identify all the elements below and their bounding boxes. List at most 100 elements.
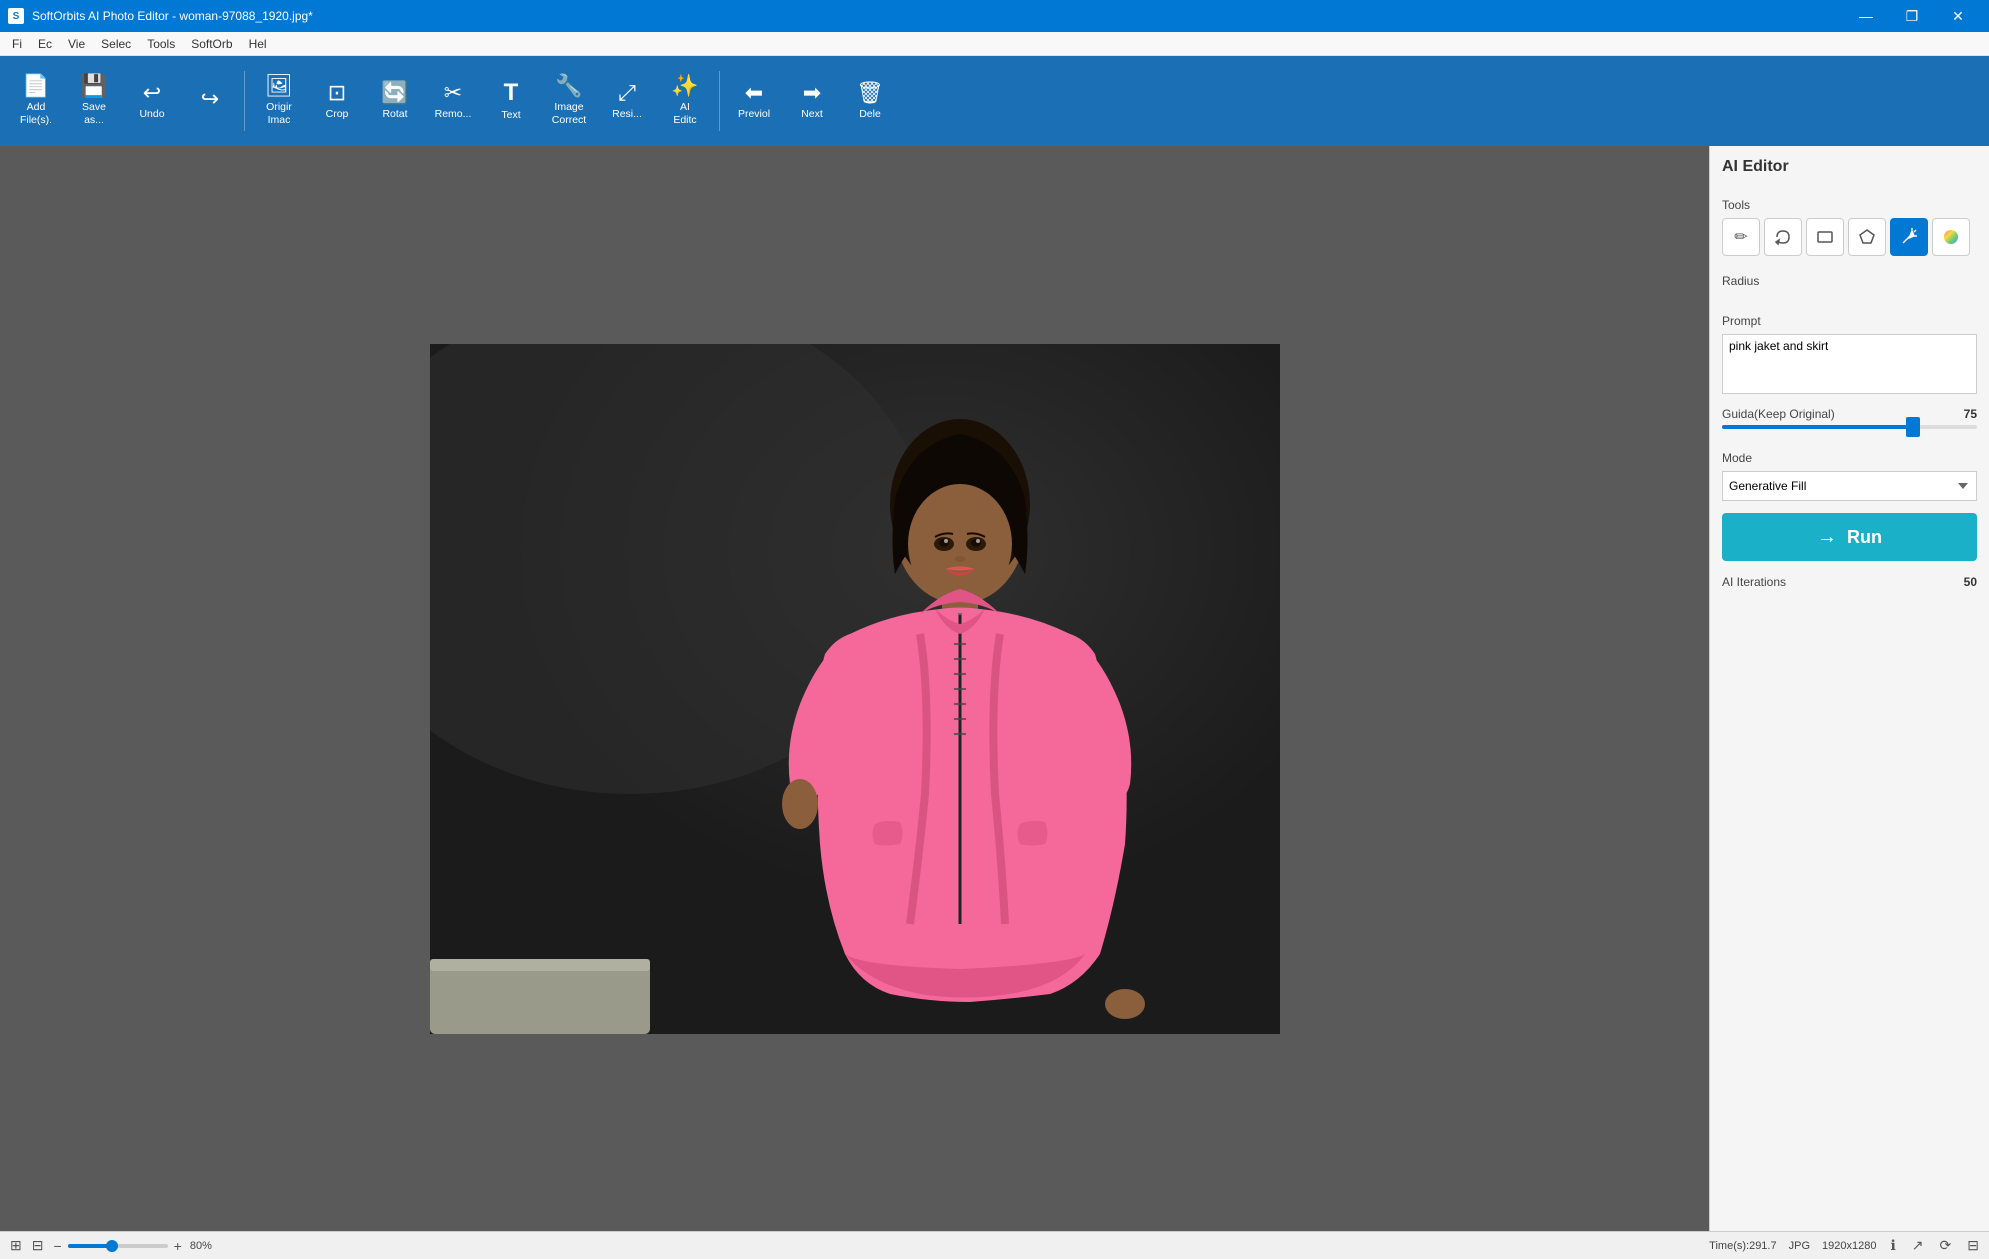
prompt-label: Prompt [1722,314,1977,328]
refresh-button[interactable]: ⟳ [1938,1235,1954,1256]
previous-button[interactable]: ⬅ Previol [726,61,782,141]
menu-bar: Fi Ec Vie Selec Tools SoftOrb Hel [0,32,1989,56]
title-bar: S SoftOrbits AI Photo Editor - woman-970… [0,0,1989,32]
run-label: Run [1847,527,1882,548]
run-arrow-icon: → [1817,526,1837,549]
rect-tool[interactable] [1806,218,1844,256]
close-button[interactable]: ✕ [1935,0,1981,32]
redo-button[interactable]: ↪ [182,61,238,141]
menu-select[interactable]: Selec [93,33,139,55]
dimensions-display: 1920x1280 [1822,1240,1876,1252]
mode-section: Mode Generative Fill Inpainting Outpaint… [1722,441,1977,501]
resize-button[interactable]: ⤢ Resi... [599,61,655,141]
radius-label: Radius [1722,274,1977,288]
add-files-button[interactable]: 📄 Add File(s). [8,61,64,141]
menu-help[interactable]: Hel [241,33,275,55]
magic-wand-tool[interactable] [1890,218,1928,256]
share-button[interactable]: ↗ [1910,1235,1926,1256]
save-as-button[interactable]: 💾 Save as... [66,61,122,141]
slider-track [1722,425,1977,429]
menu-file[interactable]: Fi [4,33,30,55]
save-icon: 💾 [80,75,107,97]
guidance-row: Guida(Keep Original) 75 [1722,407,1977,421]
next-label: Next [801,108,823,121]
menu-view[interactable]: Vie [60,33,93,55]
delete-icon: 🗑 [856,82,884,104]
iterations-value: 50 [1964,575,1977,589]
text-button[interactable]: T Text [483,61,539,141]
polygon-tool[interactable] [1848,218,1886,256]
zoom-actual-button[interactable]: ⊟ [30,1235,46,1256]
tools-label: Tools [1722,198,1977,212]
toolbar-sep-1 [244,71,245,131]
delete-button[interactable]: 🗑 Dele [842,61,898,141]
minimize-button[interactable]: — [1843,0,1889,32]
lasso-tool[interactable] [1764,218,1802,256]
slider-fill [1722,425,1913,429]
crop-icon: ⊡ [328,82,346,104]
image-correction-button[interactable]: 🔧 Image Correct [541,61,597,141]
original-image-icon: 🖼 [265,75,293,97]
status-bar: ⊞ ⊟ − + 80% Time(s):291.7 JPG 1920x1280 … [0,1231,1989,1259]
previous-icon: ⬅ [745,82,763,104]
toolbar-sep-2 [719,71,720,131]
radius-section: Radius [1722,264,1977,294]
guidance-slider[interactable] [1722,425,1977,429]
iterations-row: AI Iterations 50 [1722,575,1977,589]
crop-button[interactable]: ⊡ Crop [309,61,365,141]
tools-row: ✏ [1722,218,1977,256]
settings-button[interactable]: ⊟ [1965,1235,1981,1256]
image-correction-icon: 🔧 [555,75,582,97]
zoom-fit-button[interactable]: ⊞ [8,1235,24,1256]
undo-button[interactable]: ↩ Undo [124,61,180,141]
crop-label: Crop [326,108,349,121]
canvas-area [0,146,1709,1231]
zoom-slider[interactable] [68,1244,168,1248]
info-button[interactable]: ℹ [1888,1235,1897,1256]
mode-select[interactable]: Generative Fill Inpainting Outpainting [1722,471,1977,501]
original-image-button[interactable]: 🖼 Origir Imac [251,61,307,141]
next-button[interactable]: ➡ Next [784,61,840,141]
run-button[interactable]: → Run [1722,513,1977,561]
add-files-label: Add File(s). [20,101,52,126]
remove-button[interactable]: ✂ Remo... [425,61,481,141]
menu-softorb[interactable]: SoftOrb [183,33,240,55]
text-icon: T [504,81,519,105]
zoom-value: 80% [190,1240,212,1252]
menu-tools[interactable]: Tools [139,33,183,55]
mode-label: Mode [1722,451,1977,465]
delete-label: Dele [859,108,881,121]
color-tool[interactable] [1932,218,1970,256]
right-panel: AI Editor Tools ✏ [1709,146,1989,1231]
zoom-slider-thumb [106,1240,118,1252]
brush-tool[interactable]: ✏ [1722,218,1760,256]
prompt-input[interactable] [1722,334,1977,394]
undo-icon: ↩ [143,82,161,104]
zoom-out-button[interactable]: − [51,1236,63,1256]
maximize-button[interactable]: ❐ [1889,0,1935,32]
status-right: Time(s):291.7 JPG 1920x1280 ℹ ↗ ⟳ ⊟ [1709,1235,1981,1256]
previous-label: Previol [738,108,770,121]
photo-container [430,344,1280,1034]
photo-background [430,344,1280,1034]
remove-icon: ✂ [444,82,462,104]
rotate-button[interactable]: 🔄 Rotat [367,61,423,141]
coordinates-display: Time(s):291.7 [1709,1240,1776,1252]
slider-thumb[interactable] [1906,417,1920,437]
resize-icon: ⤢ [618,82,636,104]
resize-label: Resi... [612,108,642,121]
menu-edit[interactable]: Ec [30,33,60,55]
iterations-label: AI Iterations [1722,575,1786,589]
original-image-label: Origir Imac [266,101,292,126]
zoom-controls: − + [51,1236,183,1256]
undo-label: Undo [139,108,164,121]
status-left: ⊞ ⊟ − + 80% [8,1235,212,1256]
rotate-label: Rotat [382,108,407,121]
ai-editor-icon: ✨ [671,75,698,97]
text-label: Text [501,109,520,122]
zoom-in-button[interactable]: + [172,1236,184,1256]
redo-icon: ↪ [201,88,219,110]
zoom-slider-fill [68,1244,108,1248]
prompt-section: Prompt [1722,304,1977,397]
ai-editor-button[interactable]: ✨ AI Editc [657,61,713,141]
